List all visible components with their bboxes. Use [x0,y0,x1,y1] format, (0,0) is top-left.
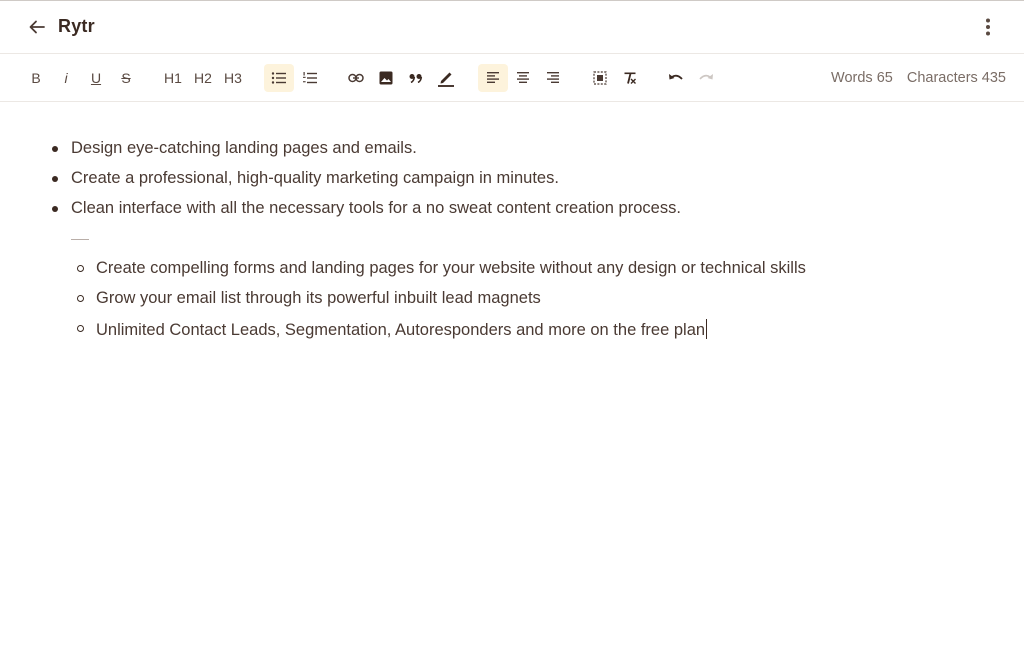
select-all-icon [593,71,607,85]
word-count: Words 65 [831,70,893,86]
select-all-button[interactable] [588,64,612,92]
sub-bullet-marker [77,295,84,302]
empty-line-marker [71,239,89,240]
strikethrough-label: S [121,70,131,86]
formatting-toolbar: B i U S H1 H2 H3 Words 65 Characters 435 [0,54,1024,102]
bullet-list-icon [271,71,287,85]
italic-button[interactable]: i [58,64,74,92]
italic-label: i [64,70,68,86]
heading2-button[interactable]: H2 [190,64,216,92]
character-count: Characters 435 [906,70,1006,86]
underline-button[interactable]: U [86,64,106,92]
undo-button[interactable] [664,64,688,92]
bullet-marker [52,206,58,212]
sub-bullet-marker [77,265,84,272]
align-center-icon [516,71,530,85]
underline-label: U [90,70,102,86]
sub-list-item: Grow your email list through its powerfu… [96,289,541,307]
text-editor[interactable]: Design eye-catching landing pages and em… [0,103,1024,656]
text-cursor [706,319,708,339]
list-item: Design eye-catching landing pages and em… [71,139,417,157]
bullet-list-button[interactable] [264,64,294,92]
highlight-pen-icon [437,69,455,87]
bullet-marker [52,176,58,182]
image-button[interactable] [374,64,398,92]
align-left-icon [486,71,500,85]
sub-list-item: Unlimited Contact Leads, Segmentation, A… [96,321,706,339]
list-item: Clean interface with all the necessary t… [71,199,681,217]
align-right-button[interactable] [540,64,566,92]
bold-button[interactable]: B [27,64,45,92]
bold-label: B [31,70,41,86]
align-right-icon [546,71,560,85]
heading3-label: H3 [224,70,242,86]
highlight-button[interactable] [434,64,458,92]
numbered-list-icon [302,71,318,85]
sub-list-item: Create compelling forms and landing page… [96,259,806,277]
list-item: Create a professional, high-quality mark… [71,169,559,187]
numbered-list-button[interactable] [298,64,322,92]
image-icon [379,71,393,85]
heading2-label: H2 [194,70,212,86]
strikethrough-button[interactable]: S [116,64,136,92]
redo-button[interactable] [694,64,718,92]
clear-format-button[interactable] [618,64,642,92]
align-center-button[interactable] [510,64,536,92]
redo-icon [698,72,714,84]
quote-icon [409,73,423,83]
sub-list-item-with-caret: Unlimited Contact Leads, Segmentation, A… [96,319,708,340]
back-arrow-icon[interactable] [26,16,48,38]
quote-button[interactable] [404,64,428,92]
align-left-button[interactable] [478,64,508,92]
sub-bullet-marker [77,325,84,332]
more-vertical-icon[interactable] [976,15,1000,39]
heading1-button[interactable]: H1 [160,64,186,92]
top-bar: Rytr [0,0,1024,54]
undo-icon [668,72,684,84]
link-icon [348,73,364,83]
heading1-label: H1 [164,70,182,86]
bullet-marker [52,146,58,152]
heading3-button[interactable]: H3 [220,64,246,92]
link-button[interactable] [344,64,368,92]
app-title: Rytr [58,16,95,36]
word-character-counts: Words 65 Characters 435 [821,70,1006,86]
clear-format-icon [623,71,637,85]
